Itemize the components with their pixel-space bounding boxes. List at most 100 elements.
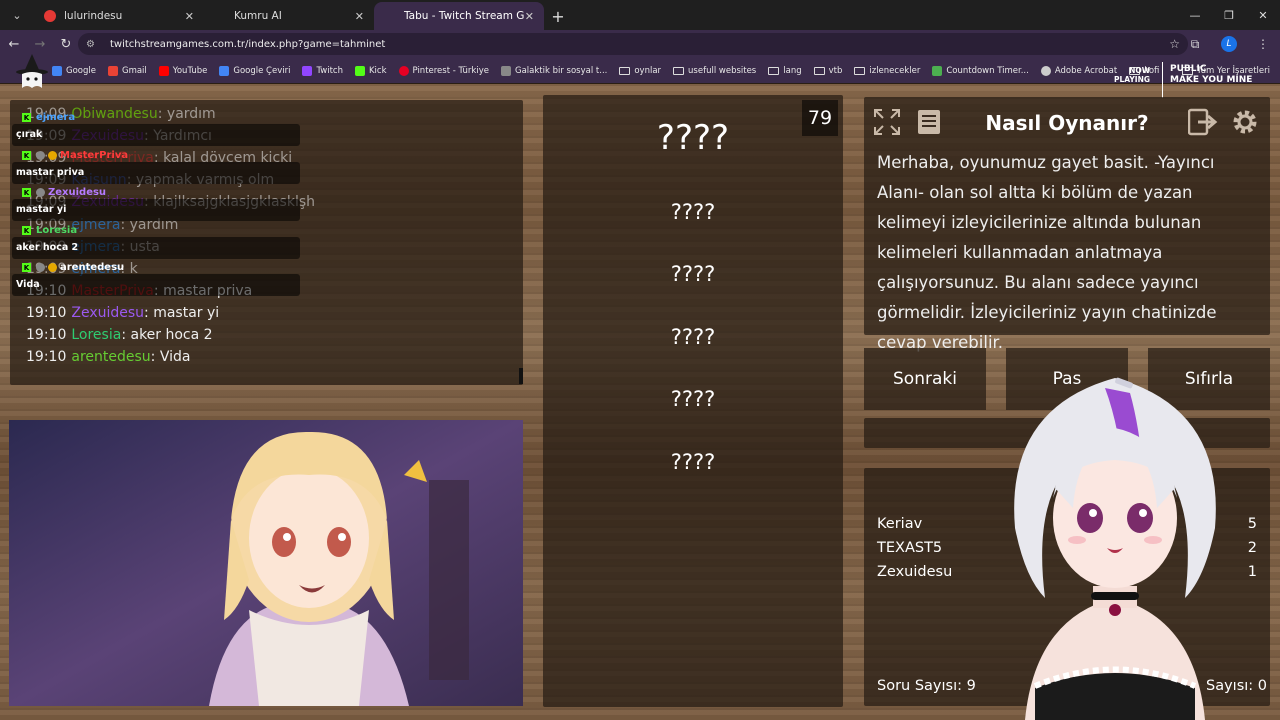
chat-username[interactable]: Loresia xyxy=(71,327,121,343)
chat-username[interactable]: Obiwandesu xyxy=(71,106,157,122)
chat-badge-icon xyxy=(48,151,57,160)
bookmark-adobe[interactable]: Adobe Acrobat xyxy=(1040,65,1117,76)
next-button[interactable]: Sonraki xyxy=(864,348,986,410)
bookmark-label: oynlar xyxy=(634,65,662,76)
bookmark-label: Gmail xyxy=(121,65,147,76)
bookmark-twitch[interactable]: Twitch xyxy=(302,65,343,76)
now-label: NOW xyxy=(1129,66,1151,75)
translate-icon xyxy=(219,65,230,76)
overlay-username: Loresia xyxy=(36,225,78,236)
chat-username[interactable]: arentedesu xyxy=(71,349,150,365)
chat-separator: : xyxy=(150,349,160,365)
vtuber-avatar-image xyxy=(1014,377,1216,720)
tab-kumru-ai[interactable]: Kumru AI ✕ xyxy=(204,2,374,30)
globe-icon xyxy=(1040,65,1051,76)
bookmark-folder-izlenecekler[interactable]: izlenecekler xyxy=(854,66,920,76)
folder-icon xyxy=(619,66,631,75)
address-bar[interactable]: ⚙ twitchstreamgames.com.tr/index.php?gam… xyxy=(78,33,1188,55)
bookmark-pinterest[interactable]: Pinterest - Türkiye xyxy=(398,65,489,76)
h-icon xyxy=(932,65,943,76)
bookmark-kick[interactable]: Kick xyxy=(354,65,387,76)
profile-avatar: L xyxy=(1221,36,1237,52)
overlay-text: çırak xyxy=(16,129,43,140)
overlay-text: mastar priva xyxy=(16,167,85,178)
site-info-icon[interactable]: ⚙ xyxy=(86,39,100,50)
chat-badge-icon xyxy=(36,188,45,197)
question-count: Soru Sayısı: 9 xyxy=(877,678,976,694)
reload-button[interactable]: ↻ xyxy=(54,32,78,56)
overlay-username: MasterPriva xyxy=(60,150,129,161)
bookmark-youtube[interactable]: YouTube xyxy=(158,65,207,76)
overlay-user: Karentedesu xyxy=(22,262,124,273)
restore-icon[interactable]: ❐ xyxy=(1212,0,1246,30)
close-icon[interactable]: ✕ xyxy=(185,10,194,23)
artist-name: PUBLIC xyxy=(1170,64,1207,74)
chat-message: 19:10 Loresia: aker hoca 2 xyxy=(26,327,213,343)
gear-icon xyxy=(1233,110,1257,134)
now-playing-track: PUBLIC MAKE YOU MINE xyxy=(1170,64,1252,86)
overlay-username: ejmera xyxy=(36,112,76,123)
plus-icon: + xyxy=(551,6,565,26)
forbidden-word-3: ???? xyxy=(670,325,716,349)
bookmark-folder-vtb[interactable]: vtb xyxy=(813,66,842,76)
bookmark-folder-lang[interactable]: lang xyxy=(768,66,802,76)
bookmark-folder-oynlar[interactable]: oynlar xyxy=(619,66,661,76)
exit-button[interactable] xyxy=(1186,105,1220,139)
chat-username[interactable]: Zexuidesu xyxy=(71,305,144,321)
folder-icon xyxy=(768,66,780,75)
overlay-user: K Loresia xyxy=(22,225,77,236)
tab-tabu[interactable]: Tabu - Twitch Stream Games ✕ xyxy=(374,2,544,30)
chat-separator: : xyxy=(157,106,167,122)
close-icon[interactable]: ✕ xyxy=(355,10,364,23)
forward-button[interactable]: → xyxy=(28,32,52,56)
playing-label: PLAYING xyxy=(1114,75,1151,84)
bookmark-label: Google xyxy=(66,65,96,76)
bookmark-gmail[interactable]: Gmail xyxy=(107,65,147,76)
overlay-user: K Zexuidesu xyxy=(22,187,106,198)
folder-icon xyxy=(673,66,685,75)
forbidden-word-2: ???? xyxy=(670,262,716,286)
kick-badge-icon: K xyxy=(22,188,31,197)
browser-toolbar: ← → ↻ ⚙ twitchstreamgames.com.tr/index.p… xyxy=(0,30,1280,58)
new-tab-button[interactable]: + xyxy=(544,2,572,30)
how-to-play-text: Merhaba, oyunumuz gayet basit. -Yayıncı … xyxy=(877,153,1217,352)
now-playing-divider xyxy=(1162,62,1163,98)
overlay-text: aker hoca 2 xyxy=(16,242,79,253)
main-word: ???? xyxy=(656,118,730,158)
kick-icon xyxy=(354,65,365,76)
tab-search-button[interactable]: ⌄ xyxy=(4,2,30,28)
tabu-favicon-icon xyxy=(384,10,396,22)
menu-icon[interactable]: ⋮ xyxy=(1246,37,1280,51)
bookmark-google[interactable]: Google xyxy=(52,65,96,76)
chat-badge-icon xyxy=(48,263,57,272)
settings-button[interactable] xyxy=(1228,105,1262,139)
toolbar-actions: ⧉ L ⋮ xyxy=(1178,30,1280,58)
profile-button[interactable]: L xyxy=(1212,36,1246,52)
folder-icon xyxy=(813,66,825,75)
chat-text: Vida xyxy=(159,349,191,365)
minimize-icon[interactable]: — xyxy=(1178,0,1212,30)
overlay-text: mastar yi xyxy=(16,204,67,215)
bookmark-countdown[interactable]: Countdown Timer... xyxy=(932,65,1029,76)
bookmark-label: usefull websites xyxy=(688,65,757,76)
pinterest-icon xyxy=(398,65,409,76)
back-button[interactable]: ← xyxy=(2,32,26,56)
tab-strip: ⌄ lulurindesu ✕ Kumru AI ✕ Tabu - Twitch… xyxy=(0,0,1280,30)
close-icon[interactable]: ✕ xyxy=(525,10,534,23)
forbidden-word-5: ???? xyxy=(670,450,716,474)
overlay-message-bg xyxy=(12,274,300,296)
chat-scrollbar[interactable] xyxy=(519,368,523,384)
overlay-text: Vida xyxy=(16,279,40,290)
overlay-username: arentedesu xyxy=(60,262,125,273)
extensions-icon[interactable]: ⧉ xyxy=(1178,37,1212,52)
close-window-icon[interactable]: ✕ xyxy=(1246,0,1280,30)
gmail-icon xyxy=(107,65,118,76)
overlay-message-bg xyxy=(12,124,300,146)
bookmark-label: Pinterest - Türkiye xyxy=(412,65,489,76)
bookmark-google-ceviri[interactable]: Google Çeviri xyxy=(219,65,290,76)
tab-lulurindesu[interactable]: lulurindesu ✕ xyxy=(34,2,204,30)
bookmark-galaktik[interactable]: Galaktik bir sosyal t... xyxy=(500,65,607,76)
overlay-user: K MasterPriva xyxy=(22,150,128,161)
zk-icon xyxy=(500,65,511,76)
bookmark-folder-usefull[interactable]: usefull websites xyxy=(673,66,756,76)
